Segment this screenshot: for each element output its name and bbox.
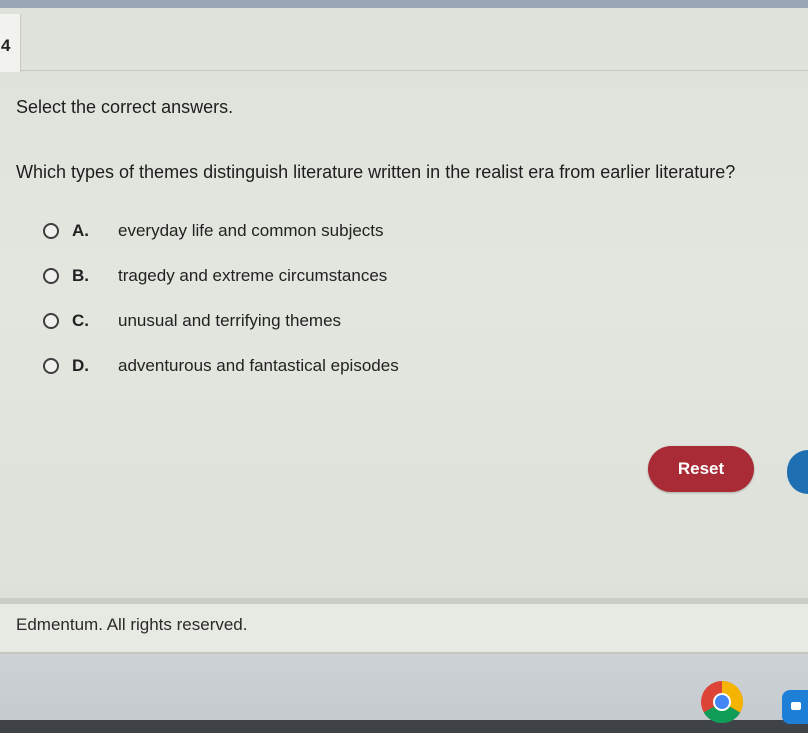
radio-button-icon[interactable]: [43, 223, 59, 239]
option-d[interactable]: D. adventurous and fantastical episodes: [43, 352, 463, 380]
chrome-icon[interactable]: [700, 680, 744, 724]
option-c[interactable]: C. unusual and terrifying themes: [43, 307, 463, 335]
taskbar-bottom-edge: [0, 720, 808, 733]
option-text: unusual and terrifying themes: [118, 311, 342, 330]
option-letter: A.: [72, 221, 89, 240]
option-text: adventurous and fantastical episodes: [118, 356, 399, 375]
reset-button[interactable]: Reset: [648, 446, 754, 492]
copyright-text: Edmentum. All rights reserved.: [16, 615, 248, 634]
radio-button-icon[interactable]: [43, 268, 59, 284]
option-letter: C.: [72, 311, 89, 330]
assessment-page: 4 Select the correct answers. Which type…: [0, 0, 808, 733]
option-letter: B.: [72, 266, 89, 285]
radio-button-icon[interactable]: [43, 358, 59, 374]
header-divider: [20, 70, 808, 71]
option-a[interactable]: A. everyday life and common subjects: [43, 217, 463, 245]
next-button[interactable]: [787, 450, 808, 494]
option-b[interactable]: B. tragedy and extreme circumstances: [43, 262, 463, 290]
files-icon[interactable]: [782, 690, 808, 724]
option-letter: D.: [72, 356, 89, 375]
question-number: 4: [1, 36, 11, 55]
top-bar: [0, 0, 808, 8]
radio-button-icon[interactable]: [43, 313, 59, 329]
instruction-text: Select the correct answers.: [16, 97, 234, 117]
question-text: Which types of themes distinguish litera…: [16, 162, 736, 182]
option-text: tragedy and extreme circumstances: [118, 266, 388, 285]
option-text: everyday life and common subjects: [118, 221, 384, 240]
